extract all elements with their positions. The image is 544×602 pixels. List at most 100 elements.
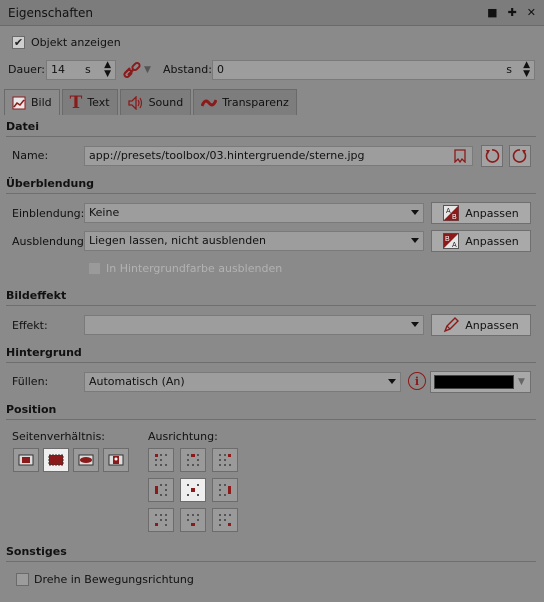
name-field[interactable]: app://presets/toolbox/03.hintergruende/s… xyxy=(84,146,473,166)
window-controls: ■ ✚ ✕ xyxy=(487,6,536,19)
maximize-icon[interactable]: ■ xyxy=(487,6,497,19)
bg-color-fade-label: In Hintergrundfarbe ausblenden xyxy=(106,262,283,275)
tab-transparenz[interactable]: Transparenz xyxy=(193,89,297,115)
chevron-down-icon xyxy=(411,210,419,215)
fill-label: Füllen: xyxy=(12,375,49,388)
section-ueberblendung: Überblendung xyxy=(6,177,95,190)
effect-adjust-label: Anpassen xyxy=(465,318,519,332)
rotate-motion-checkbox[interactable] xyxy=(16,573,29,586)
color-picker[interactable]: ▼ xyxy=(430,371,531,393)
section-datei: Datei xyxy=(6,120,40,133)
section-hintergrund: Hintergrund xyxy=(6,346,82,359)
rotate-right-button[interactable] xyxy=(509,145,531,167)
align-middle-right-button[interactable] xyxy=(212,478,238,502)
section-sonstiges: Sonstiges xyxy=(6,545,67,558)
duration-field[interactable]: 14 s ▲ ▼ xyxy=(46,60,116,80)
name-value: app://presets/toolbox/03.hintergruende/s… xyxy=(89,149,365,162)
align-label: Ausrichtung: xyxy=(148,430,218,443)
svg-text:A: A xyxy=(446,208,451,215)
align-middle-left-icon xyxy=(155,484,167,496)
fade-in-label: Einblendung: xyxy=(12,207,85,220)
align-bottom-right-icon xyxy=(219,514,231,526)
chevron-down-icon: ▼ xyxy=(518,377,525,387)
tab-sound[interactable]: Sound xyxy=(119,89,192,115)
effect-adjust-button[interactable]: Anpassen xyxy=(431,314,531,336)
align-top-center-icon xyxy=(187,454,199,466)
transition-ab-icon: A B xyxy=(443,205,460,221)
section-bildeffekt: Bildeffekt xyxy=(6,289,67,302)
fade-out-label: Ausblendung: xyxy=(12,235,88,248)
show-object-label: Objekt anzeigen xyxy=(31,36,121,49)
section-bildeffekt-divider xyxy=(6,305,536,306)
tab-text-label: Text xyxy=(87,96,110,109)
align-top-right-button[interactable] xyxy=(212,448,238,472)
tab-bild[interactable]: Bild xyxy=(4,89,60,115)
align-middle-left-button[interactable] xyxy=(148,478,174,502)
chevron-down-icon xyxy=(411,238,419,243)
duration-unit: s xyxy=(85,63,91,76)
show-object-checkbox[interactable]: ✔ xyxy=(12,36,25,49)
aspect-original-button[interactable] xyxy=(103,448,129,472)
rotate-left-icon xyxy=(485,149,500,163)
browse-icon[interactable] xyxy=(454,149,466,163)
fade-in-adjust-button[interactable]: A B Anpassen xyxy=(431,202,531,224)
pen-icon xyxy=(444,317,460,333)
aspect-fill-icon xyxy=(48,454,64,466)
panel-title: Eigenschaften xyxy=(8,6,94,20)
align-top-left-icon xyxy=(155,454,167,466)
fill-dropdown[interactable]: Automatisch (An) xyxy=(84,372,401,392)
aspect-fill-button[interactable] xyxy=(43,448,69,472)
name-label: Name: xyxy=(12,149,49,162)
pin-icon[interactable]: ✚ xyxy=(508,6,517,19)
fade-in-dropdown[interactable]: Keine xyxy=(84,203,424,223)
aspect-stretch-button[interactable] xyxy=(73,448,99,472)
aspect-original-icon xyxy=(108,454,124,466)
align-top-right-icon xyxy=(219,454,231,466)
align-bottom-left-icon xyxy=(155,514,167,526)
link-button[interactable]: ▼ xyxy=(122,59,156,81)
svg-text:B: B xyxy=(452,214,457,221)
color-swatch xyxy=(434,375,514,389)
fade-in-value: Keine xyxy=(89,206,120,219)
distance-value: 0 xyxy=(217,63,224,76)
tab-text[interactable]: T Text xyxy=(61,89,118,115)
distance-spinner[interactable]: ▲ ▼ xyxy=(523,61,530,79)
fade-out-adjust-button[interactable]: B A Anpassen xyxy=(431,230,531,252)
info-icon[interactable]: i xyxy=(408,372,426,390)
align-top-left-button[interactable] xyxy=(148,448,174,472)
link-dropdown-arrow[interactable]: ▼ xyxy=(144,65,151,75)
align-middle-right-icon xyxy=(219,484,231,496)
align-center-button[interactable] xyxy=(180,478,206,502)
align-top-center-button[interactable] xyxy=(180,448,206,472)
align-center-icon xyxy=(187,484,199,496)
svg-text:B: B xyxy=(445,236,450,243)
align-bottom-center-button[interactable] xyxy=(180,508,206,532)
image-icon xyxy=(12,96,26,109)
text-icon: T xyxy=(69,92,83,113)
section-position: Position xyxy=(6,403,57,416)
transparency-icon xyxy=(201,98,218,107)
duration-label: Dauer: xyxy=(8,63,45,76)
alignment-grid xyxy=(148,448,238,532)
fade-out-adjust-label: Anpassen xyxy=(465,234,519,248)
close-icon[interactable]: ✕ xyxy=(527,6,536,19)
distance-field[interactable]: 0 s ▲ ▼ xyxy=(212,60,535,80)
duration-spinner[interactable]: ▲ ▼ xyxy=(104,61,111,79)
aspect-fit-button[interactable] xyxy=(13,448,39,472)
section-hintergrund-divider xyxy=(6,362,536,363)
fill-value: Automatisch (An) xyxy=(89,375,185,388)
effect-dropdown[interactable] xyxy=(84,315,424,335)
section-ueberblendung-divider xyxy=(6,193,536,194)
rotate-motion-row[interactable]: Drehe in Bewegungsrichtung xyxy=(16,573,194,586)
fade-out-value: Liegen lassen, nicht ausblenden xyxy=(89,234,266,247)
section-datei-divider xyxy=(6,136,536,137)
align-bottom-right-button[interactable] xyxy=(212,508,238,532)
chevron-down-icon xyxy=(411,322,419,327)
fade-out-dropdown[interactable]: Liegen lassen, nicht ausblenden xyxy=(84,231,424,251)
distance-unit: s xyxy=(506,63,512,76)
align-bottom-left-button[interactable] xyxy=(148,508,174,532)
rotate-left-button[interactable] xyxy=(481,145,503,167)
tab-bar: Bild T Text Sound Transparenz xyxy=(4,89,297,115)
show-object-row[interactable]: ✔ Objekt anzeigen xyxy=(12,36,121,49)
tab-transparenz-label: Transparenz xyxy=(222,96,289,109)
